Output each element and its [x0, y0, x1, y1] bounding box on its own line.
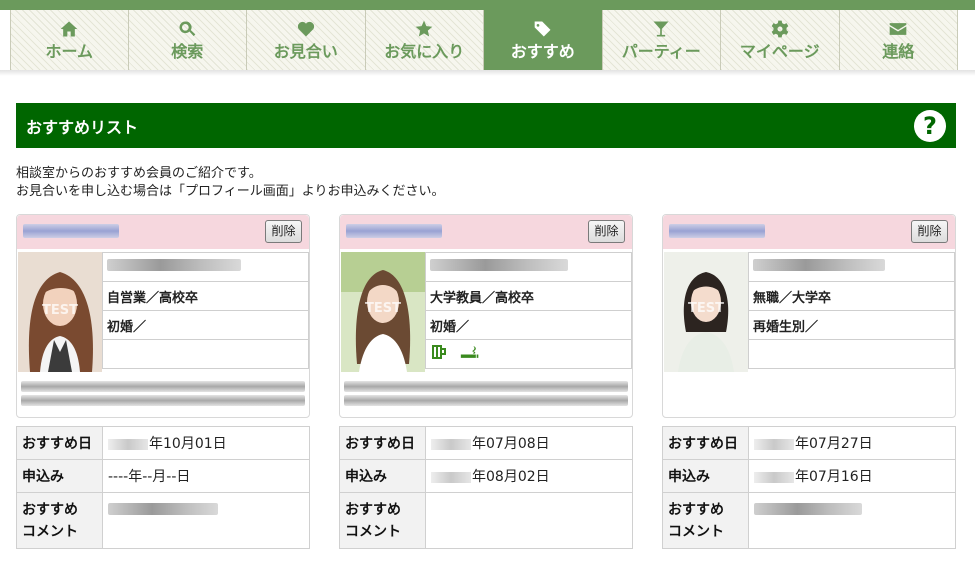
apply-value: 年07月16日	[748, 459, 956, 493]
comment-value	[425, 492, 633, 549]
nav-favorites-label: お気に入り	[384, 42, 465, 61]
main-nav: ホーム 検索 お見合い お気に入り おすすめ パーティー マイページ 連絡	[10, 10, 975, 70]
age-redacted	[748, 252, 955, 282]
page-title: おすすめリスト	[26, 117, 139, 137]
apply-label: 申込み	[16, 459, 103, 493]
member-info: 自営業／高校卒 初婚／	[102, 252, 309, 369]
section-header: おすすめリスト ?	[16, 103, 956, 148]
name-redacted	[669, 224, 765, 238]
marital-status: 再婚生別／	[748, 310, 955, 340]
member-card: 削除 TEST 自営業／高校卒 初婚／	[16, 214, 310, 418]
apply-value: 年08月02日	[425, 459, 633, 493]
nav-mypage-label: マイページ	[739, 42, 820, 61]
recommend-detail-table: おすすめ日 年07月08日 申込み 年08月02日 おすすめ コメント	[339, 426, 633, 549]
beer-mug-icon	[430, 343, 450, 365]
intro-text: 相談室からのおすすめ会員のご紹介です。 お見合いを申し込む場合は「プロフィール画…	[16, 165, 444, 201]
photo-watermark: TEST	[42, 303, 78, 318]
home-icon	[58, 18, 80, 40]
recommend-date-value: 年07月27日	[748, 426, 956, 460]
comment-label: おすすめ コメント	[339, 492, 426, 549]
apply-label: 申込み	[662, 459, 749, 493]
search-icon	[176, 18, 198, 40]
comment-redacted	[102, 492, 310, 549]
cocktail-icon	[650, 18, 672, 40]
marital-status: 初婚／	[425, 310, 632, 340]
nav-contact[interactable]: 連絡	[839, 10, 958, 70]
delete-button[interactable]: 削除	[911, 220, 948, 243]
nav-shadow	[0, 70, 975, 76]
recommend-detail-table: おすすめ日 年07月27日 申込み 年07月16日 おすすめ コメント	[662, 426, 956, 549]
intro-line-2: お見合いを申し込む場合は「プロフィール画面」よりお申込みください。	[16, 184, 445, 199]
marital-status: 初婚／	[102, 310, 309, 340]
delete-button[interactable]: 削除	[588, 220, 625, 243]
member-info: 大学教員／高校卒 初婚／	[425, 252, 632, 369]
habit-icons	[425, 339, 632, 369]
member-card: 削除 TEST 無職／大学卒 再婚生別／	[662, 214, 956, 418]
profile-summary-redacted	[21, 381, 305, 409]
nav-party[interactable]: パーティー	[602, 10, 721, 70]
profile-summary-redacted	[344, 381, 628, 409]
photo-watermark: TEST	[688, 301, 724, 316]
age-redacted	[102, 252, 309, 282]
nav-recommend-label: おすすめ	[510, 42, 575, 61]
tags-icon	[532, 18, 554, 40]
nav-mypage[interactable]: マイページ	[721, 10, 840, 70]
name-redacted	[23, 224, 119, 238]
recommend-date-value: 年07月08日	[425, 426, 633, 460]
nav-recommend[interactable]: おすすめ	[484, 10, 603, 70]
heart-icon	[295, 18, 317, 40]
card-header: 削除	[340, 215, 632, 249]
member-photo[interactable]: TEST	[18, 252, 102, 372]
job-education: 大学教員／高校卒	[425, 281, 632, 311]
habit-icons	[748, 339, 955, 369]
card-header: 削除	[663, 215, 955, 249]
job-education: 無職／大学卒	[748, 281, 955, 311]
comment-redacted	[748, 492, 956, 549]
member-photo[interactable]: TEST	[664, 252, 748, 372]
name-redacted	[346, 224, 442, 238]
age-redacted	[425, 252, 632, 282]
nav-home-label: ホーム	[45, 42, 94, 61]
smoking-icon	[460, 343, 480, 365]
star-icon	[413, 18, 435, 40]
habit-icons	[102, 339, 309, 369]
nav-home[interactable]: ホーム	[10, 10, 129, 70]
card-header: 削除	[17, 215, 309, 249]
recommend-detail-table: おすすめ日 年10月01日 申込み ----年--月--日 おすすめ コメント	[16, 426, 310, 549]
nav-contact-label: 連絡	[882, 42, 915, 61]
delete-button[interactable]: 削除	[265, 220, 302, 243]
nav-search[interactable]: 検索	[128, 10, 247, 70]
recommend-date-label: おすすめ日	[16, 426, 103, 460]
member-info: 無職／大学卒 再婚生別／	[748, 252, 955, 369]
comment-label: おすすめ コメント	[662, 492, 749, 549]
help-icon[interactable]: ?	[914, 109, 946, 142]
nav-search-label: 検索	[171, 42, 204, 61]
recommend-date-label: おすすめ日	[662, 426, 749, 460]
recommend-date-label: おすすめ日	[339, 426, 426, 460]
member-photo[interactable]: TEST	[341, 252, 425, 372]
recommend-date-value: 年10月01日	[102, 426, 310, 460]
top-accent-bar	[0, 0, 975, 10]
nav-favorites[interactable]: お気に入り	[365, 10, 484, 70]
intro-line-1: 相談室からのおすすめ会員のご紹介です。	[16, 166, 262, 181]
nav-party-label: パーティー	[621, 42, 701, 61]
apply-label: 申込み	[339, 459, 426, 493]
job-education: 自営業／高校卒	[102, 281, 309, 311]
mail-icon	[887, 18, 909, 40]
nav-omiai[interactable]: お見合い	[247, 10, 366, 70]
member-card: 削除 TEST 大学教員／高校卒 初婚／	[339, 214, 633, 418]
comment-label: おすすめ コメント	[16, 492, 103, 549]
nav-omiai-label: お見合い	[273, 42, 338, 61]
gear-icon	[769, 18, 791, 40]
photo-watermark: TEST	[365, 301, 401, 316]
apply-value: ----年--月--日	[102, 459, 310, 493]
